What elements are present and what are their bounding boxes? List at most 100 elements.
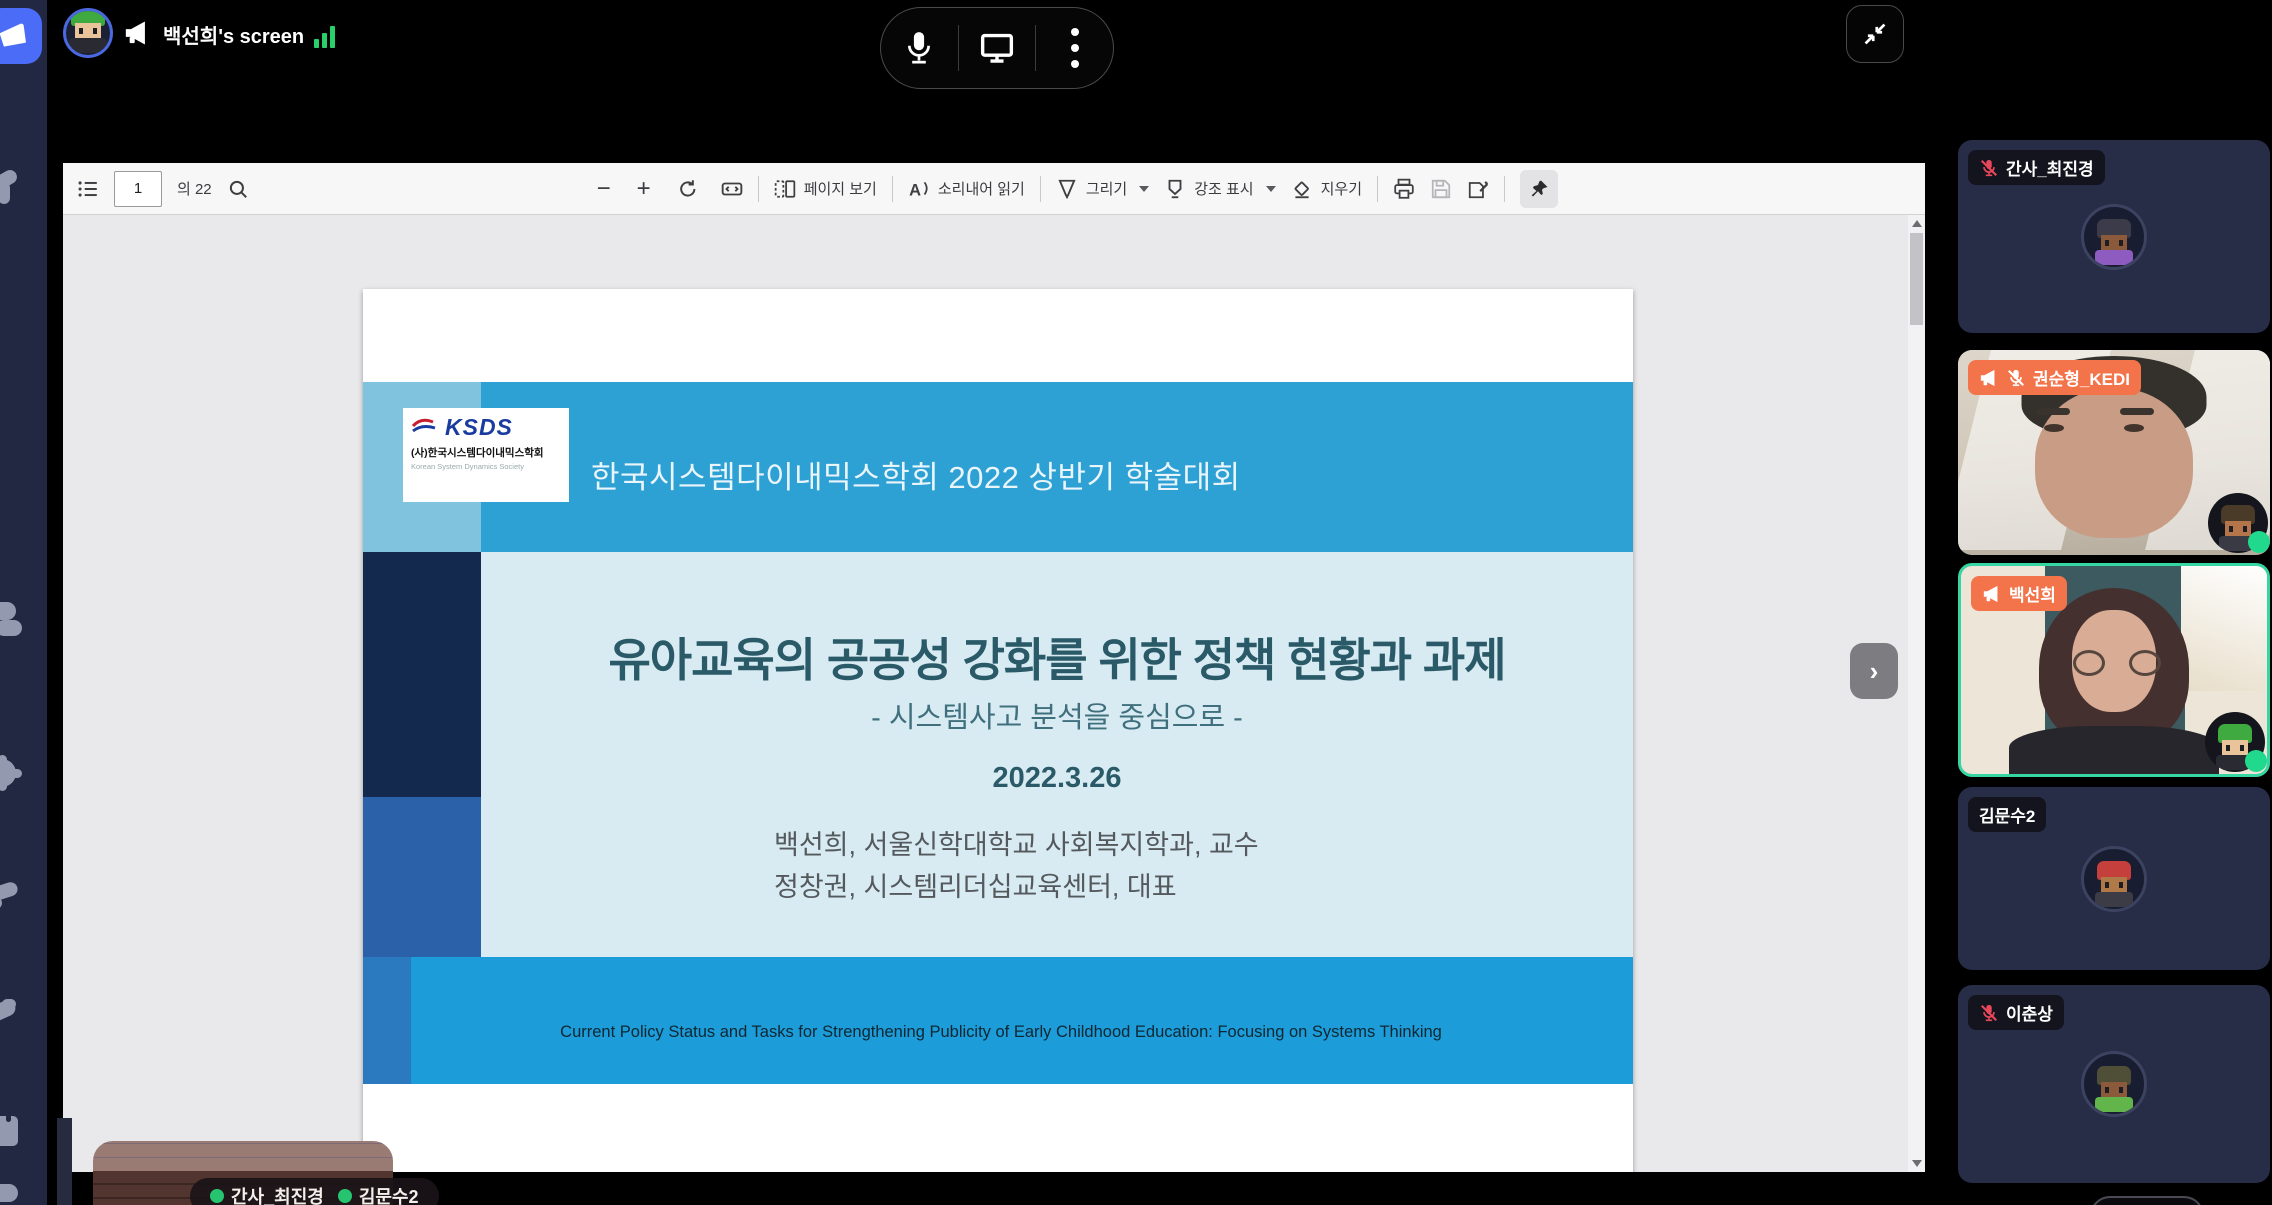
participant-name: 간사_최진경 <box>2006 155 2094 180</box>
gather-meeting-app: 백선희's screen 의 22 <box>0 0 2272 1205</box>
home-button[interactable] <box>0 8 42 64</box>
page-total-label: 의 22 <box>177 178 212 199</box>
megaphone-icon <box>1979 368 1999 388</box>
svg-text:A: A <box>909 181 921 199</box>
participant-badge: 권순형_KEDI <box>1968 360 2141 395</box>
map-nameplates: 간사_최진경 김문수2 <box>190 1178 439 1205</box>
highlighter-icon <box>1164 178 1186 200</box>
pdf-viewer-window: 의 22 − + 페이지 보기 <box>63 163 1925 1172</box>
participant-tile-active-speaker[interactable]: 백선희 <box>1958 563 2270 777</box>
logo-org-en: Korean System Dynamics Society <box>411 462 561 471</box>
page-number-input[interactable] <box>114 171 162 207</box>
slide-subtitle: - 시스템사고 분석을 중심으로 - <box>481 694 1633 736</box>
pdf-content-area[interactable]: KSDS (사)한국시스템다이내믹스학회 Korean System Dynam… <box>63 215 1925 1172</box>
map-participant-name: 간사_최진경 <box>231 1183 324 1205</box>
participant-name: 김문수2 <box>1979 802 2035 827</box>
page-view-button[interactable]: 페이지 보기 <box>774 178 877 200</box>
chat-icon[interactable] <box>0 600 24 640</box>
participant-avatar <box>2081 1051 2147 1117</box>
participant-tile[interactable]: 간사_최진경 <box>1958 140 2270 333</box>
scroll-down-arrow[interactable] <box>1912 1160 1922 1167</box>
participant-tile[interactable]: 권순형_KEDI <box>1958 350 2270 555</box>
pin-toolbar-button[interactable] <box>1520 170 1558 208</box>
connection-signal-icon <box>314 26 335 48</box>
screen-share-title: 백선희's screen <box>163 20 304 49</box>
author-line-1: 백선희, 서울신학대학교 사회복지학과, 교수 <box>774 824 1259 866</box>
logo-acronym: KSDS <box>445 414 513 441</box>
participant-tile[interactable]: 이춘상 <box>1958 985 2270 1183</box>
minimize-screen-button[interactable] <box>1846 5 1904 63</box>
online-status-dot <box>210 1189 224 1203</box>
mic-muted-icon <box>1979 158 1999 178</box>
logo-org-kr: (사)한국시스템다이내믹스학회 <box>411 445 561 460</box>
zoom-out-button[interactable]: − <box>597 175 611 203</box>
slide-date: 2022.3.26 <box>481 762 1633 795</box>
pdf-scrollbar[interactable] <box>1908 215 1925 1172</box>
map-object <box>57 1118 72 1205</box>
page-view-icon <box>774 178 796 200</box>
slide-1: KSDS (사)한국시스템다이내믹스학회 Korean System Dynam… <box>363 382 1633 1084</box>
left-sidebar <box>0 0 47 1205</box>
print-icon[interactable] <box>1393 178 1415 200</box>
highlight-button[interactable]: 강조 표시 <box>1164 178 1275 200</box>
participant-avatar <box>2081 204 2147 270</box>
online-status-dot <box>2248 531 2270 553</box>
chevron-down-icon <box>1139 186 1149 192</box>
calendar-icon[interactable] <box>0 1112 24 1152</box>
scrollbar-thumb[interactable] <box>1910 233 1923 325</box>
slide-title: 유아교육의 공공성 강화를 위한 정책 현황과 과제 <box>481 624 1633 690</box>
fit-to-width-icon[interactable] <box>721 178 743 200</box>
screenshare-button[interactable] <box>975 20 1019 76</box>
online-status-dot <box>338 1189 352 1203</box>
participant-name: 백선희 <box>2009 581 2056 606</box>
participant-badge: 이춘상 <box>1968 995 2064 1030</box>
build-tool-icon[interactable] <box>0 168 24 208</box>
participant-badge: 백선희 <box>1971 576 2067 611</box>
toc-icon[interactable] <box>77 178 99 200</box>
chevron-down-icon <box>1266 186 1276 192</box>
participant-avatar <box>2081 846 2147 912</box>
map-participant-name: 김문수2 <box>359 1183 419 1205</box>
chevron-right-icon: › <box>1870 656 1879 687</box>
read-aloud-icon: A <box>908 178 930 200</box>
save-as-icon[interactable] <box>1467 178 1489 200</box>
author-line-2: 정창권, 시스템리더십교육센터, 대표 <box>774 866 1259 908</box>
mic-muted-icon <box>2006 368 2026 388</box>
participant-tile[interactable]: 김문수2 <box>1958 787 2270 970</box>
chat-bubble-icon[interactable] <box>0 1182 24 1205</box>
zoom-in-button[interactable]: + <box>637 175 651 203</box>
hand-raise-icon[interactable] <box>0 995 24 1035</box>
megaphone-icon <box>1982 584 2002 604</box>
megaphone-icon <box>122 19 150 47</box>
sidebar-more-button[interactable] <box>2090 1196 2204 1205</box>
mic-muted-icon <box>1979 1003 1999 1023</box>
microphone-button[interactable] <box>897 20 941 76</box>
presenter-avatar[interactable] <box>63 8 113 58</box>
participant-name: 이춘상 <box>2006 1000 2053 1025</box>
megaphone-rail-icon[interactable] <box>0 875 24 915</box>
pdf-page-1: KSDS (사)한국시스템다이내믹스학회 Korean System Dynam… <box>363 289 1633 1172</box>
divider <box>958 25 959 71</box>
pdf-toolbar: 의 22 − + 페이지 보기 <box>63 163 1925 215</box>
more-options-button[interactable] <box>1053 20 1097 76</box>
eraser-icon <box>1291 178 1313 200</box>
participant-badge: 김문수2 <box>1968 797 2046 832</box>
draw-button[interactable]: 그리기 <box>1056 178 1149 200</box>
settings-gear-icon[interactable] <box>0 755 24 795</box>
read-aloud-button[interactable]: A 소리내어 읽기 <box>908 178 1025 200</box>
erase-button[interactable]: 지우기 <box>1291 178 1362 200</box>
online-status-dot <box>2245 750 2267 772</box>
participant-name: 권순형_KEDI <box>2033 365 2130 390</box>
next-screen-button[interactable]: › <box>1850 643 1898 699</box>
divider <box>1035 25 1036 71</box>
call-controls <box>880 7 1114 89</box>
slide-authors: 백선희, 서울신학대학교 사회복지학과, 교수 정창권, 시스템리더십교육센터,… <box>774 824 1259 908</box>
app-logo-icon <box>0 22 29 49</box>
save-icon[interactable] <box>1430 178 1452 200</box>
rotate-icon[interactable] <box>677 178 699 200</box>
scroll-up-arrow[interactable] <box>1912 220 1922 227</box>
search-icon[interactable] <box>227 178 249 200</box>
conference-title: 한국시스템다이내믹스학회 2022 상반기 학술대회 <box>591 452 1241 497</box>
slide-footer-band: Current Policy Status and Tasks for Stre… <box>363 957 1633 1084</box>
participant-badge: 간사_최진경 <box>1968 150 2105 185</box>
